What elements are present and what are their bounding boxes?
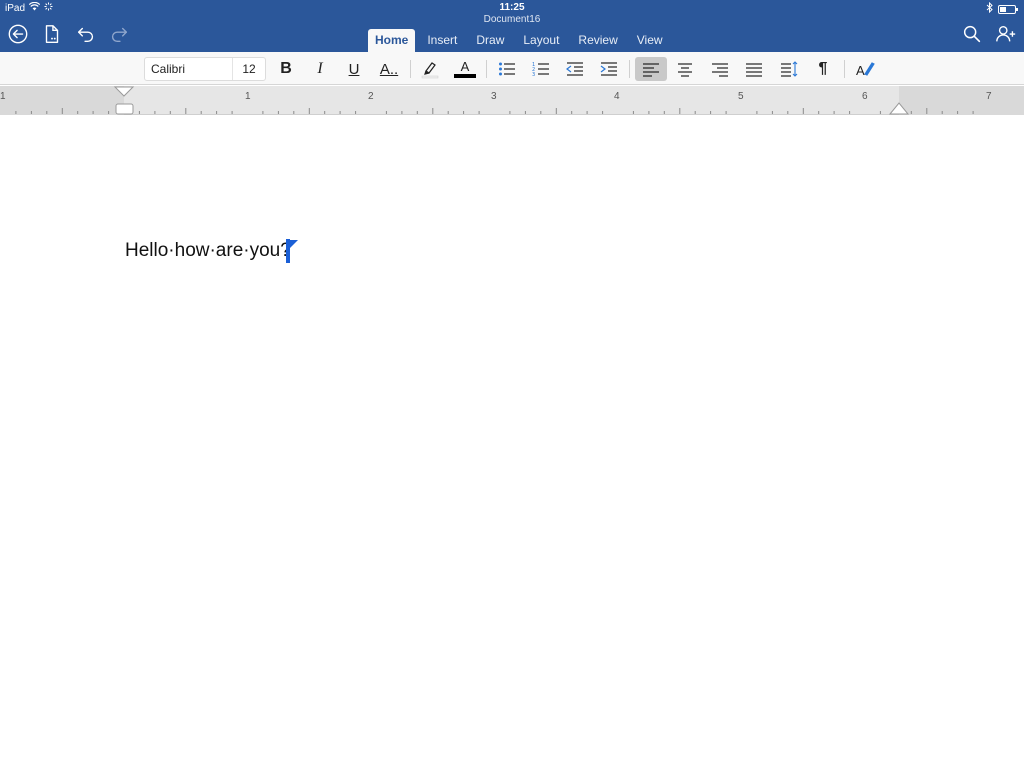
align-left-icon: [643, 63, 659, 77]
tab-view[interactable]: View: [630, 29, 670, 52]
font-size-field[interactable]: 12: [233, 58, 265, 80]
font-picker[interactable]: Calibri 12: [144, 57, 266, 81]
numbered-list-icon: 123: [532, 62, 549, 78]
increase-indent-button[interactable]: [594, 57, 624, 81]
ribbon-separator: [629, 60, 630, 78]
font-color-swatch: [454, 74, 476, 78]
back-icon[interactable]: [6, 22, 30, 46]
align-center-icon: [678, 63, 692, 77]
tab-home[interactable]: Home: [368, 29, 416, 52]
left-indent-marker[interactable]: [115, 103, 134, 115]
bold-button[interactable]: B: [271, 57, 301, 81]
search-icon[interactable]: [960, 22, 984, 46]
font-color-label: A: [460, 59, 470, 74]
document-canvas[interactable]: Hello·how·are·you?: [0, 116, 1024, 767]
app-header: iPad 11:25 Document16 Home Insert Draw L…: [0, 0, 1024, 52]
ruler-scale: [0, 86, 1024, 115]
justify-icon: [746, 63, 762, 77]
align-center-button[interactable]: [670, 57, 700, 81]
font-color-button[interactable]: A: [450, 57, 480, 81]
clock: 11:25: [499, 2, 525, 13]
redo-icon[interactable]: [107, 22, 131, 46]
decrease-indent-icon: [566, 62, 583, 76]
tab-insert[interactable]: Insert: [420, 29, 464, 52]
ruler-label: 3: [491, 91, 497, 102]
highlighter-icon: [421, 62, 439, 79]
font-name-field[interactable]: Calibri: [145, 58, 233, 80]
align-right-icon: [712, 63, 728, 77]
align-right-button[interactable]: [705, 57, 735, 81]
decrease-indent-button[interactable]: [560, 57, 590, 81]
tab-layout[interactable]: Layout: [516, 29, 566, 52]
home-ribbon: Calibri 12 B I U A.. A 123 ¶ A: [0, 52, 1024, 85]
ruler-label: 7: [986, 91, 992, 102]
svg-text:3: 3: [532, 72, 535, 78]
document-title[interactable]: Document16: [0, 14, 1024, 25]
ribbon-separator: [844, 60, 845, 78]
numbering-button[interactable]: 123: [526, 57, 556, 81]
ribbon-tabs: Home Insert Draw Layout Review View: [368, 29, 675, 52]
line-spacing-button[interactable]: [774, 57, 804, 81]
styles-button[interactable]: A: [850, 57, 880, 81]
ruler-label-left: 1: [0, 91, 6, 102]
underline-button[interactable]: U: [339, 57, 369, 81]
file-menu-icon[interactable]: [40, 22, 64, 46]
bulleted-list-icon: [499, 62, 515, 76]
ribbon-separator: [486, 60, 487, 78]
increase-indent-icon: [600, 62, 617, 76]
ruler-label: 1: [245, 91, 251, 102]
text-effects-button[interactable]: A..: [374, 57, 404, 81]
italic-button[interactable]: I: [305, 57, 335, 81]
ruler-label: 6: [862, 91, 868, 102]
styles-brush-icon: A: [856, 62, 875, 78]
document-paragraph[interactable]: Hello·how·are·you?: [125, 240, 291, 262]
bullets-button[interactable]: [492, 57, 522, 81]
ruler-label: 2: [368, 91, 374, 102]
ribbon-separator: [410, 60, 411, 78]
align-left-button[interactable]: [635, 57, 667, 81]
line-spacing-icon: [781, 61, 798, 77]
justify-button[interactable]: [739, 57, 769, 81]
show-formatting-button[interactable]: ¶: [808, 57, 838, 81]
undo-icon[interactable]: [74, 22, 98, 46]
bluetooth-icon: [986, 1, 993, 16]
cursor-handle-icon[interactable]: [290, 240, 298, 248]
ruler[interactable]: 1 1 2 3 4 5 6 7: [0, 86, 1024, 115]
battery-icon: [998, 4, 1018, 14]
tab-draw[interactable]: Draw: [469, 29, 511, 52]
tab-review[interactable]: Review: [571, 29, 624, 52]
highlight-button[interactable]: [415, 57, 445, 81]
ruler-label: 4: [614, 91, 620, 102]
svg-text:A: A: [856, 63, 865, 78]
ruler-label: 5: [738, 91, 744, 102]
share-add-person-icon[interactable]: [994, 22, 1018, 46]
status-bar-right: [986, 1, 1018, 16]
